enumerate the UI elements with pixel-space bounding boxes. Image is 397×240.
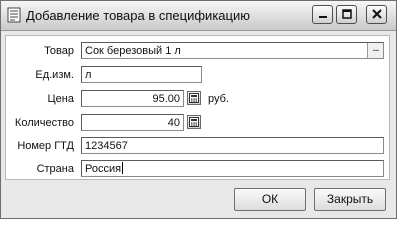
maximize-icon	[342, 9, 352, 19]
price-currency: руб.	[208, 93, 229, 105]
quantity-value: 40	[167, 117, 180, 129]
quantity-label: Количество	[14, 117, 74, 129]
product-value: Сок березовый 1 л	[85, 45, 181, 57]
country-value: Россия	[85, 163, 122, 175]
product-field[interactable]: Сок березовый 1 л	[81, 42, 384, 59]
calculator-icon	[189, 117, 199, 127]
minimize-button[interactable]	[312, 5, 333, 24]
ellipsis-icon: ...	[372, 42, 379, 54]
window-title: Добавление товара в спецификацию	[26, 8, 250, 23]
close-button[interactable]: Закрыть	[314, 188, 386, 211]
quantity-calculator-button[interactable]	[187, 115, 201, 129]
ok-button[interactable]: ОК	[234, 188, 306, 211]
gtd-value: 1234567	[85, 140, 128, 152]
unit-value: л	[85, 69, 92, 81]
country-field[interactable]: Россия	[81, 160, 384, 177]
form-icon	[6, 7, 22, 23]
quantity-field[interactable]: 40	[81, 114, 184, 131]
minimize-icon	[319, 16, 327, 18]
gtd-field[interactable]: 1234567	[81, 137, 384, 154]
title-bar[interactable]: Добавление товара в спецификацию	[1, 1, 396, 31]
close-window-button[interactable]	[366, 5, 387, 24]
price-value: 95.00	[152, 93, 180, 105]
maximize-button[interactable]	[336, 5, 357, 24]
product-select-button[interactable]: ...	[367, 43, 383, 58]
unit-label: Ед.изм.	[35, 69, 74, 81]
close-icon	[372, 9, 382, 19]
calculator-icon	[189, 93, 199, 103]
unit-field[interactable]: л	[81, 66, 202, 83]
product-label: Товар	[44, 45, 74, 57]
price-calculator-button[interactable]	[187, 91, 201, 105]
price-field[interactable]: 95.00	[81, 90, 184, 107]
gtd-label: Номер ГТД	[17, 140, 74, 152]
text-caret	[122, 162, 124, 174]
dialog-window: Добавление товара в спецификацию Товар С…	[0, 0, 397, 219]
country-label: Страна	[36, 163, 74, 175]
price-label: Цена	[47, 93, 74, 105]
